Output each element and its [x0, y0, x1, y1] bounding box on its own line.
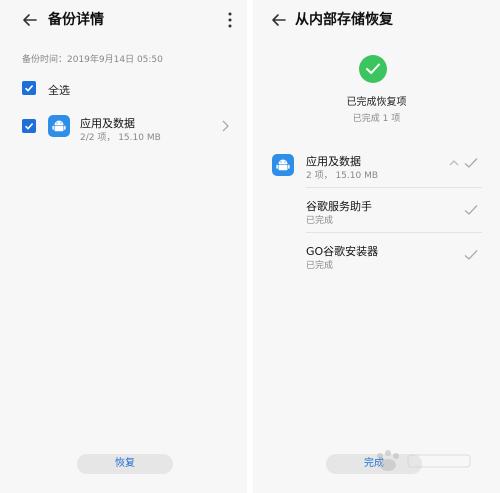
item-title: 应用及数据 — [80, 117, 135, 130]
item-status: 已完成 — [306, 261, 334, 271]
chevron-right-icon — [222, 120, 229, 132]
arrow-left-icon[interactable] — [269, 10, 289, 30]
item-title: GO谷歌安装器 — [306, 245, 379, 258]
android-icon — [272, 154, 294, 176]
select-all-label: 全选 — [48, 84, 70, 97]
backup-time-label: 备份时间：2019年9月14日 05:50 — [22, 55, 163, 65]
check-icon — [464, 158, 478, 168]
baidu-watermark-logo — [377, 450, 471, 471]
backup-details-panel: 备份详情 备份时间：2019年9月14日 05:50 全选 应用及数据 2/2 … — [0, 0, 247, 493]
status-subtitle: 已完成 1 项 — [352, 114, 401, 124]
item-subtitle: 2/2 项， 15.10 MB — [80, 133, 161, 143]
status-title: 已完成恢复项 — [346, 97, 407, 108]
page-title: 备份详情 — [48, 12, 104, 28]
android-icon — [48, 115, 70, 137]
item-status: 已完成 — [306, 216, 334, 226]
checkmark-icon — [24, 123, 34, 130]
arrow-left-icon[interactable] — [20, 10, 40, 30]
restore-from-storage-panel: 从内部存储恢复 已完成恢复项 已完成 1 项 应用及数据 2 项， 15.10 … — [253, 0, 500, 493]
item-title: 谷歌服务助手 — [306, 200, 372, 213]
chevron-up-icon[interactable] — [449, 159, 459, 167]
more-vertical-icon[interactable] — [225, 10, 235, 30]
group-subtitle: 2 项， 15.10 MB — [306, 171, 379, 181]
check-icon — [464, 250, 478, 260]
restore-button[interactable]: 恢复 — [77, 454, 173, 474]
row-divider — [306, 232, 482, 233]
checkmark-icon — [24, 85, 34, 92]
check-icon — [464, 205, 478, 215]
row-divider — [306, 187, 482, 188]
page-title: 从内部存储恢复 — [295, 12, 393, 28]
restore-header: 从内部存储恢复 — [253, 0, 500, 40]
backup-details-header: 备份详情 — [0, 0, 247, 40]
item-checkbox[interactable] — [22, 119, 36, 133]
group-title: 应用及数据 — [306, 155, 361, 168]
check-circle-icon — [359, 55, 387, 83]
select-all-checkbox[interactable] — [22, 81, 36, 95]
